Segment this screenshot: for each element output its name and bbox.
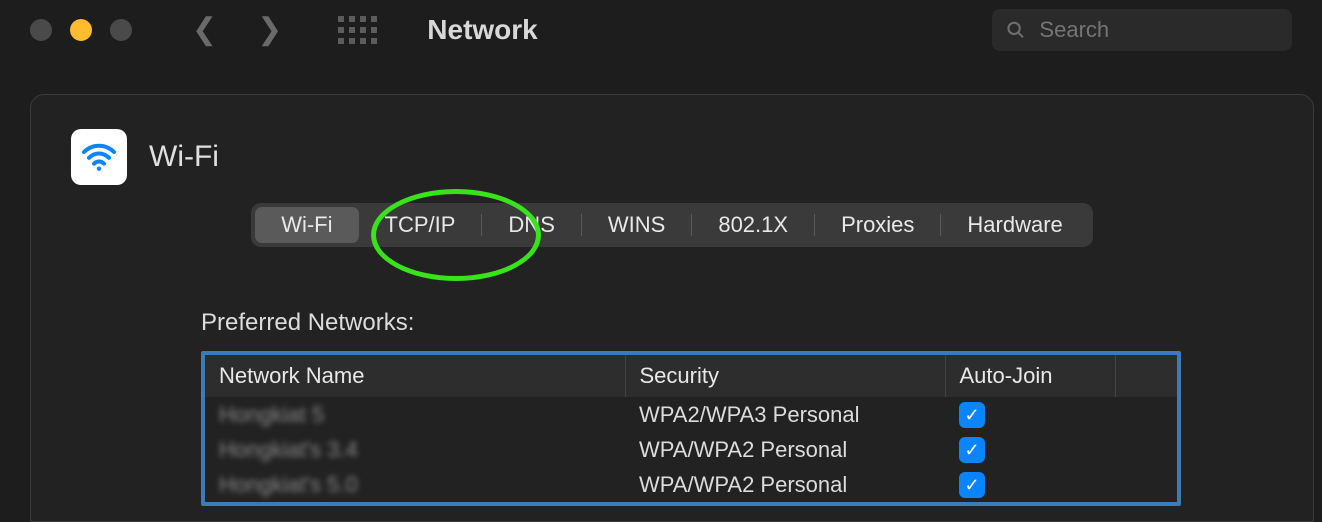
tab-dns[interactable]: DNS xyxy=(482,207,580,243)
panel-title: Wi-Fi xyxy=(149,140,219,174)
forward-button[interactable]: ❯ xyxy=(257,15,282,45)
tab-wins[interactable]: WINS xyxy=(582,207,691,243)
minimize-window-button[interactable] xyxy=(70,19,92,41)
table-row[interactable]: Hongkiat 5 WPA2/WPA3 Personal ✓ xyxy=(205,397,1177,432)
tab-8021x[interactable]: 802.1X xyxy=(692,207,814,243)
show-all-button[interactable] xyxy=(338,16,377,44)
tab-proxies[interactable]: Proxies xyxy=(815,207,940,243)
nav-arrows: ❮ ❯ xyxy=(192,15,282,45)
table-row[interactable]: Hongkiat's 3.4 WPA/WPA2 Personal ✓ xyxy=(205,432,1177,467)
settings-tabs: Wi-Fi TCP/IP DNS WINS 802.1X Proxies Har… xyxy=(251,203,1093,247)
auto-join-checkbox[interactable]: ✓ xyxy=(959,472,985,498)
preferred-networks-table[interactable]: Network Name Security Auto-Join Hongkiat… xyxy=(201,351,1181,506)
col-auto-join[interactable]: Auto-Join xyxy=(945,355,1115,397)
wifi-icon xyxy=(71,129,127,185)
tab-hardware[interactable]: Hardware xyxy=(941,207,1088,243)
back-button[interactable]: ❮ xyxy=(192,15,217,45)
col-security[interactable]: Security xyxy=(625,355,945,397)
table-row[interactable]: Hongkiat's 5.0 WPA/WPA2 Personal ✓ xyxy=(205,467,1177,502)
security-value: WPA/WPA2 Personal xyxy=(625,467,945,502)
auto-join-checkbox[interactable]: ✓ xyxy=(959,402,985,428)
col-network-name[interactable]: Network Name xyxy=(205,355,625,397)
network-name-redacted: Hongkiat 5 xyxy=(219,402,324,428)
network-panel: Wi-Fi Wi-Fi TCP/IP DNS WINS 802.1X Proxi… xyxy=(30,94,1314,522)
maximize-window-button[interactable] xyxy=(110,19,132,41)
window-titlebar: ❮ ❯ Network xyxy=(0,0,1322,60)
security-value: WPA/WPA2 Personal xyxy=(625,432,945,467)
close-window-button[interactable] xyxy=(30,19,52,41)
auto-join-checkbox[interactable]: ✓ xyxy=(959,437,985,463)
search-field[interactable] xyxy=(992,9,1292,51)
preferred-networks-label: Preferred Networks: xyxy=(201,309,1273,337)
tab-wifi[interactable]: Wi-Fi xyxy=(255,207,358,243)
security-value: WPA2/WPA3 Personal xyxy=(625,397,945,432)
network-name-redacted: Hongkiat's 3.4 xyxy=(219,437,358,463)
search-input[interactable] xyxy=(1037,16,1278,44)
network-name-redacted: Hongkiat's 5.0 xyxy=(219,472,358,498)
tab-tcpip[interactable]: TCP/IP xyxy=(359,207,482,243)
search-icon xyxy=(1006,19,1025,41)
window-controls xyxy=(30,19,132,41)
window-title: Network xyxy=(427,14,537,46)
